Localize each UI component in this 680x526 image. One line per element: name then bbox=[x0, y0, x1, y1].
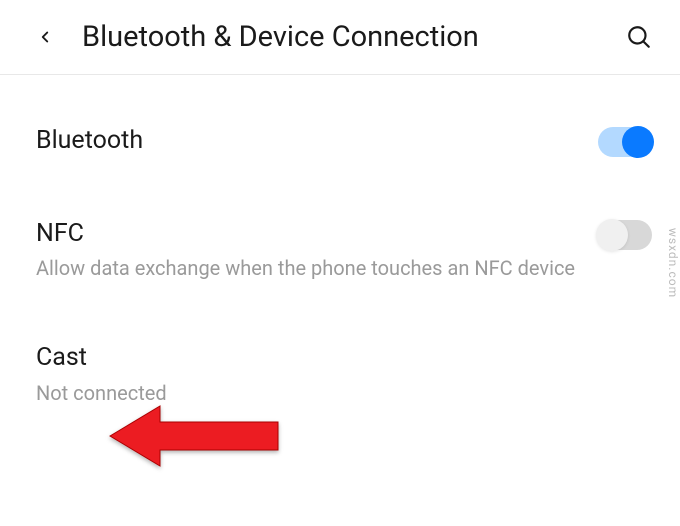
settings-list: Bluetooth NFC Allow data exchange when t… bbox=[0, 75, 680, 425]
page-title: Bluetooth & Device Connection bbox=[82, 20, 626, 54]
setting-text: Cast Not connected bbox=[36, 342, 652, 407]
cast-label: Cast bbox=[36, 342, 632, 375]
toggle-knob bbox=[622, 126, 654, 158]
nfc-label: NFC bbox=[36, 218, 578, 251]
header-bar: Bluetooth & Device Connection bbox=[0, 0, 680, 75]
setting-bluetooth[interactable]: Bluetooth bbox=[0, 107, 680, 176]
nfc-toggle[interactable] bbox=[598, 220, 652, 250]
setting-nfc[interactable]: NFC Allow data exchange when the phone t… bbox=[0, 200, 680, 301]
back-icon[interactable] bbox=[36, 28, 54, 46]
bluetooth-label: Bluetooth bbox=[36, 125, 578, 158]
setting-text: Bluetooth bbox=[36, 125, 598, 158]
bluetooth-toggle[interactable] bbox=[598, 127, 652, 157]
setting-cast[interactable]: Cast Not connected bbox=[0, 324, 680, 425]
cast-status: Not connected bbox=[36, 379, 632, 407]
search-icon[interactable] bbox=[626, 24, 652, 50]
nfc-description: Allow data exchange when the phone touch… bbox=[36, 254, 578, 282]
watermark: wsxdn.com bbox=[666, 228, 680, 298]
setting-text: NFC Allow data exchange when the phone t… bbox=[36, 218, 598, 283]
toggle-knob bbox=[596, 219, 628, 251]
